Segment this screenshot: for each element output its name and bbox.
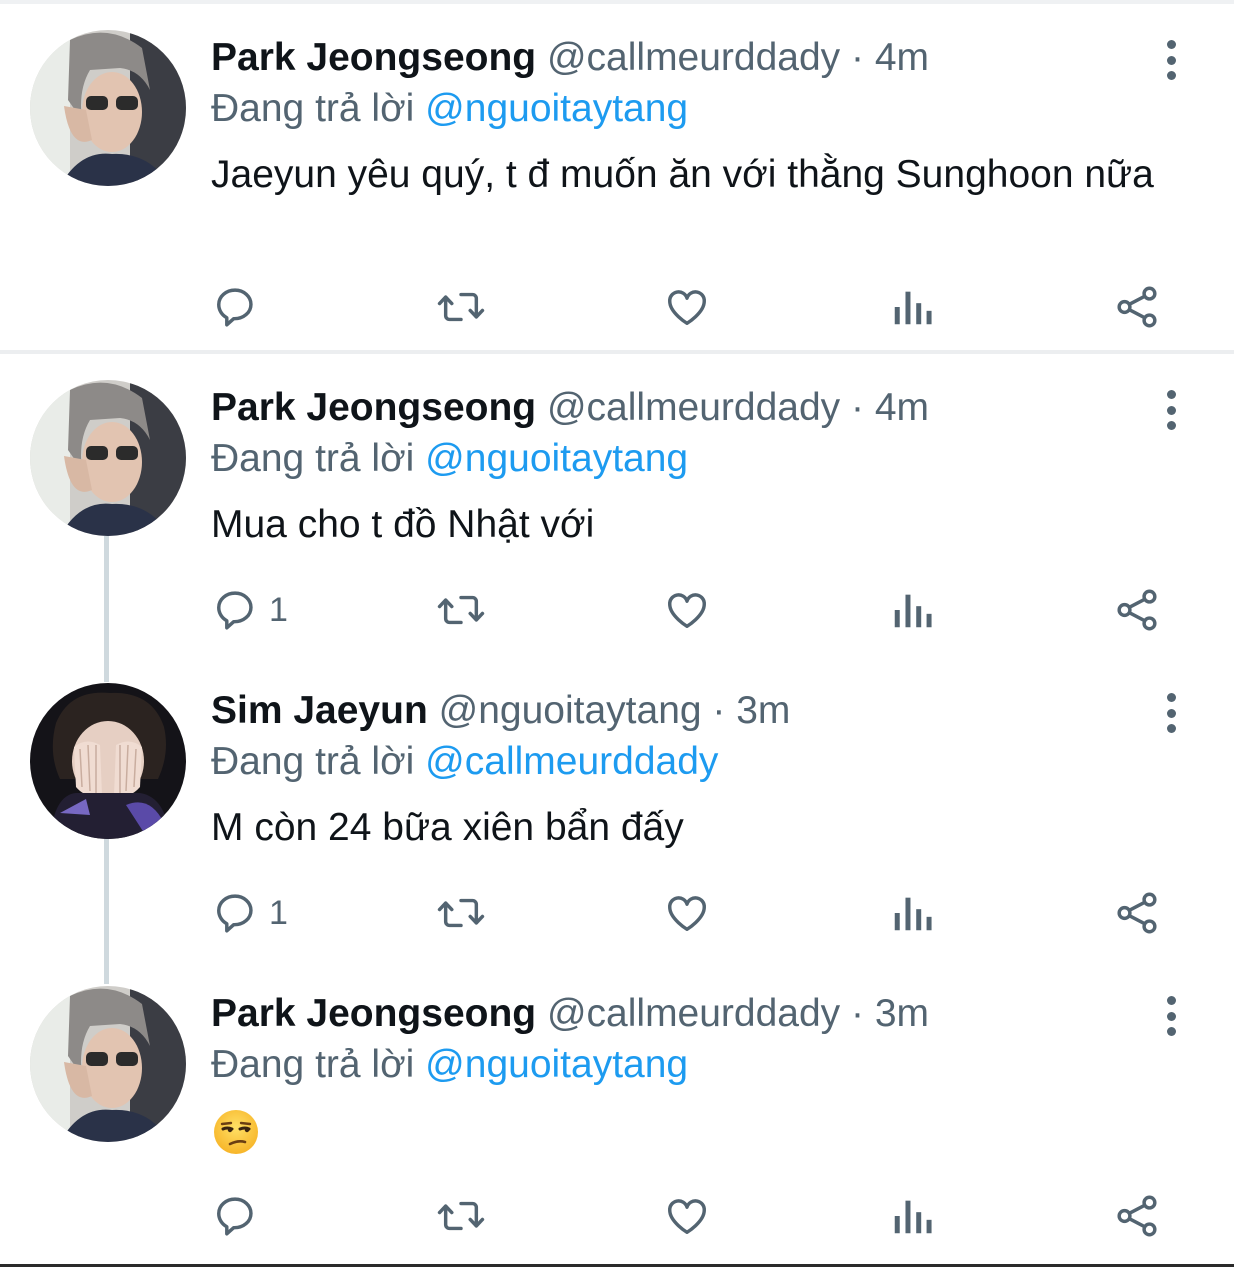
avatar-park-jeongseong[interactable] [30, 380, 186, 536]
timestamp: · 3m [851, 992, 930, 1035]
tweet-actions [0, 282, 1234, 332]
reply-bubble-icon [217, 894, 253, 933]
analytics-bars-icon [894, 897, 932, 931]
views-button[interactable] [890, 888, 934, 938]
tweet-text: 😒 [260, 1108, 261, 1109]
replying-to-label: Đang trả lời [211, 87, 415, 130]
replying-to-label: Đang trả lời [211, 740, 415, 783]
display-name[interactable]: Sim Jaeyun [211, 689, 428, 732]
share-button[interactable] [1113, 585, 1161, 635]
unamused-face-emoji: 😒 [212, 1108, 260, 1156]
views-button[interactable] [890, 1191, 934, 1241]
like-button[interactable] [664, 1191, 710, 1241]
replying-to: Đang trả lời @nguoitaytang [211, 1040, 688, 1090]
retweet-button[interactable] [436, 282, 486, 332]
retweet-button[interactable] [436, 585, 486, 635]
tweet-divider [0, 350, 1234, 354]
reply-button[interactable]: 1 [213, 888, 288, 938]
tweet-text: Mua cho t đồ Nhật với [211, 503, 595, 546]
replying-to: Đang trả lời @callmeurddady [211, 737, 718, 787]
tweet-header: Park Jeongseong @callmeurddady · 4m [211, 383, 929, 433]
reply-bubble-icon [217, 591, 253, 630]
avatar-park-jeongseong[interactable] [30, 986, 186, 1142]
reply-button[interactable] [213, 1191, 269, 1241]
tweet-header: Sim Jaeyun @nguoitaytang · 3m [211, 686, 790, 736]
tweet-header: Park Jeongseong @callmeurddady · 3m [211, 989, 929, 1039]
user-handle[interactable]: @callmeurddady [547, 992, 840, 1035]
tweet-text: Jaeyun yêu quý, t đ muốn ăn với thằng Su… [211, 153, 1154, 196]
avatar-sim-jaeyun[interactable] [30, 683, 186, 839]
retweet-icon [437, 292, 485, 322]
heart-icon [668, 1199, 706, 1235]
replying-to-label: Đang trả lời [211, 1043, 415, 1086]
display-name[interactable]: Park Jeongseong [211, 386, 536, 429]
views-button[interactable] [890, 282, 934, 332]
display-name[interactable]: Park Jeongseong [211, 992, 536, 1035]
heart-icon [668, 290, 706, 326]
retweet-button[interactable] [436, 1191, 486, 1241]
share-icon [1117, 1195, 1157, 1237]
mention-link[interactable]: @callmeurddady [425, 740, 718, 783]
share-button[interactable] [1113, 282, 1161, 332]
mention-link[interactable]: @nguoitaytang [425, 87, 688, 130]
tweet-actions [0, 1191, 1234, 1241]
like-button[interactable] [664, 282, 710, 332]
like-button[interactable] [664, 585, 710, 635]
user-handle[interactable]: @nguoitaytang [439, 689, 702, 732]
views-button[interactable] [890, 585, 934, 635]
tweet-thread-page: Park Jeongseong @callmeurddady · 4m Đang… [0, 0, 1234, 1267]
analytics-bars-icon [894, 594, 932, 628]
more-vertical-icon[interactable] [1158, 40, 1184, 80]
mention-link[interactable]: @nguoitaytang [425, 1043, 688, 1086]
share-button[interactable] [1113, 888, 1161, 938]
more-vertical-icon[interactable] [1158, 693, 1184, 733]
reply-count: 1 [269, 591, 288, 629]
retweet-icon [437, 595, 485, 625]
timestamp: · 3m [712, 689, 791, 732]
more-vertical-icon[interactable] [1158, 996, 1184, 1036]
reply-button[interactable] [213, 282, 269, 332]
mention-link[interactable]: @nguoitaytang [425, 437, 688, 480]
tweet-actions: 1 [0, 888, 1234, 938]
reply-bubble-icon [217, 288, 253, 327]
tweet-actions: 1 [0, 585, 1234, 635]
analytics-bars-icon [894, 291, 932, 325]
timestamp: · 4m [851, 36, 930, 79]
top-divider [0, 0, 1234, 4]
replying-to: Đang trả lời @nguoitaytang [211, 434, 688, 484]
heart-icon [668, 896, 706, 932]
user-handle[interactable]: @callmeurddady [547, 386, 840, 429]
tweet-header: Park Jeongseong @callmeurddady · 4m [211, 33, 929, 83]
reply-bubble-icon [217, 1197, 253, 1236]
share-button[interactable] [1113, 1191, 1161, 1241]
tweet-text: M còn 24 bữa xiên bẩn đấy [211, 806, 684, 849]
reply-button[interactable]: 1 [213, 585, 288, 635]
retweet-icon [437, 898, 485, 928]
replying-to-label: Đang trả lời [211, 437, 415, 480]
share-icon [1117, 892, 1157, 934]
display-name[interactable]: Park Jeongseong [211, 36, 536, 79]
replying-to: Đang trả lời @nguoitaytang [211, 84, 688, 134]
avatar-park-jeongseong[interactable] [30, 30, 186, 186]
like-button[interactable] [664, 888, 710, 938]
more-vertical-icon[interactable] [1158, 390, 1184, 430]
retweet-icon [437, 1201, 485, 1231]
retweet-button[interactable] [436, 888, 486, 938]
reply-count: 1 [269, 894, 288, 932]
heart-icon [668, 593, 706, 629]
analytics-bars-icon [894, 1200, 932, 1234]
share-icon [1117, 589, 1157, 631]
timestamp: · 4m [851, 386, 930, 429]
share-icon [1117, 286, 1157, 328]
user-handle[interactable]: @callmeurddady [547, 36, 840, 79]
